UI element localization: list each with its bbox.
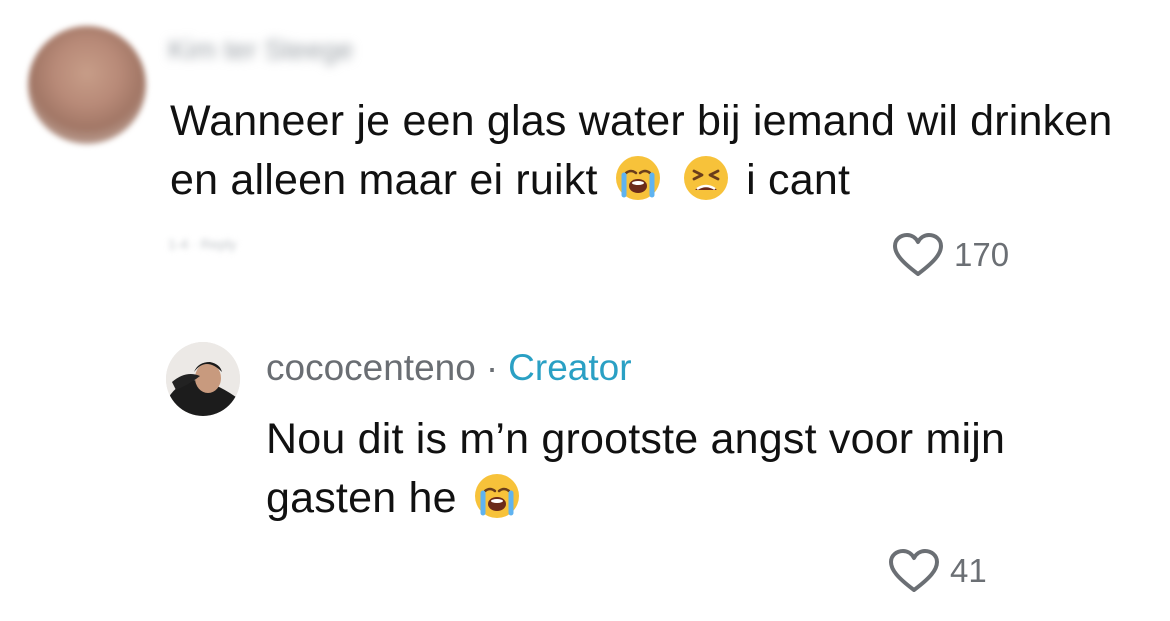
separator-dot: ·	[485, 347, 499, 388]
reply-text: Nou dit is m’n grootste angst voor mijn …	[266, 410, 1146, 528]
reply-author-name[interactable]: cococenteno	[266, 347, 476, 388]
like-count: 170	[954, 236, 1010, 273]
heart-icon	[889, 549, 939, 592]
reply-author-line: cococenteno · Creator	[266, 346, 632, 390]
loudly-crying-face-emoji	[615, 156, 660, 200]
heart-icon	[893, 233, 943, 276]
like-button[interactable]: 41	[888, 548, 987, 594]
avatar[interactable]	[166, 342, 240, 416]
comment-text-part: i cant	[746, 156, 851, 204]
reply-text-part: Nou dit is m’n grootste angst voor mijn …	[266, 415, 1006, 522]
profile-photo	[166, 342, 240, 416]
comment-text: Wanneer je een glas water bij iemand wil…	[170, 92, 1130, 210]
like-count: 41	[950, 552, 987, 589]
tired-face-emoji	[683, 156, 728, 200]
avatar[interactable]	[28, 26, 146, 144]
comment-author-name[interactable]: Kim ter Steege	[168, 34, 418, 68]
comment-meta: 1-4 · Reply	[168, 236, 237, 252]
loudly-crying-face-emoji	[474, 474, 519, 518]
like-button[interactable]: 170	[892, 232, 1009, 278]
creator-badge: Creator	[508, 347, 632, 388]
